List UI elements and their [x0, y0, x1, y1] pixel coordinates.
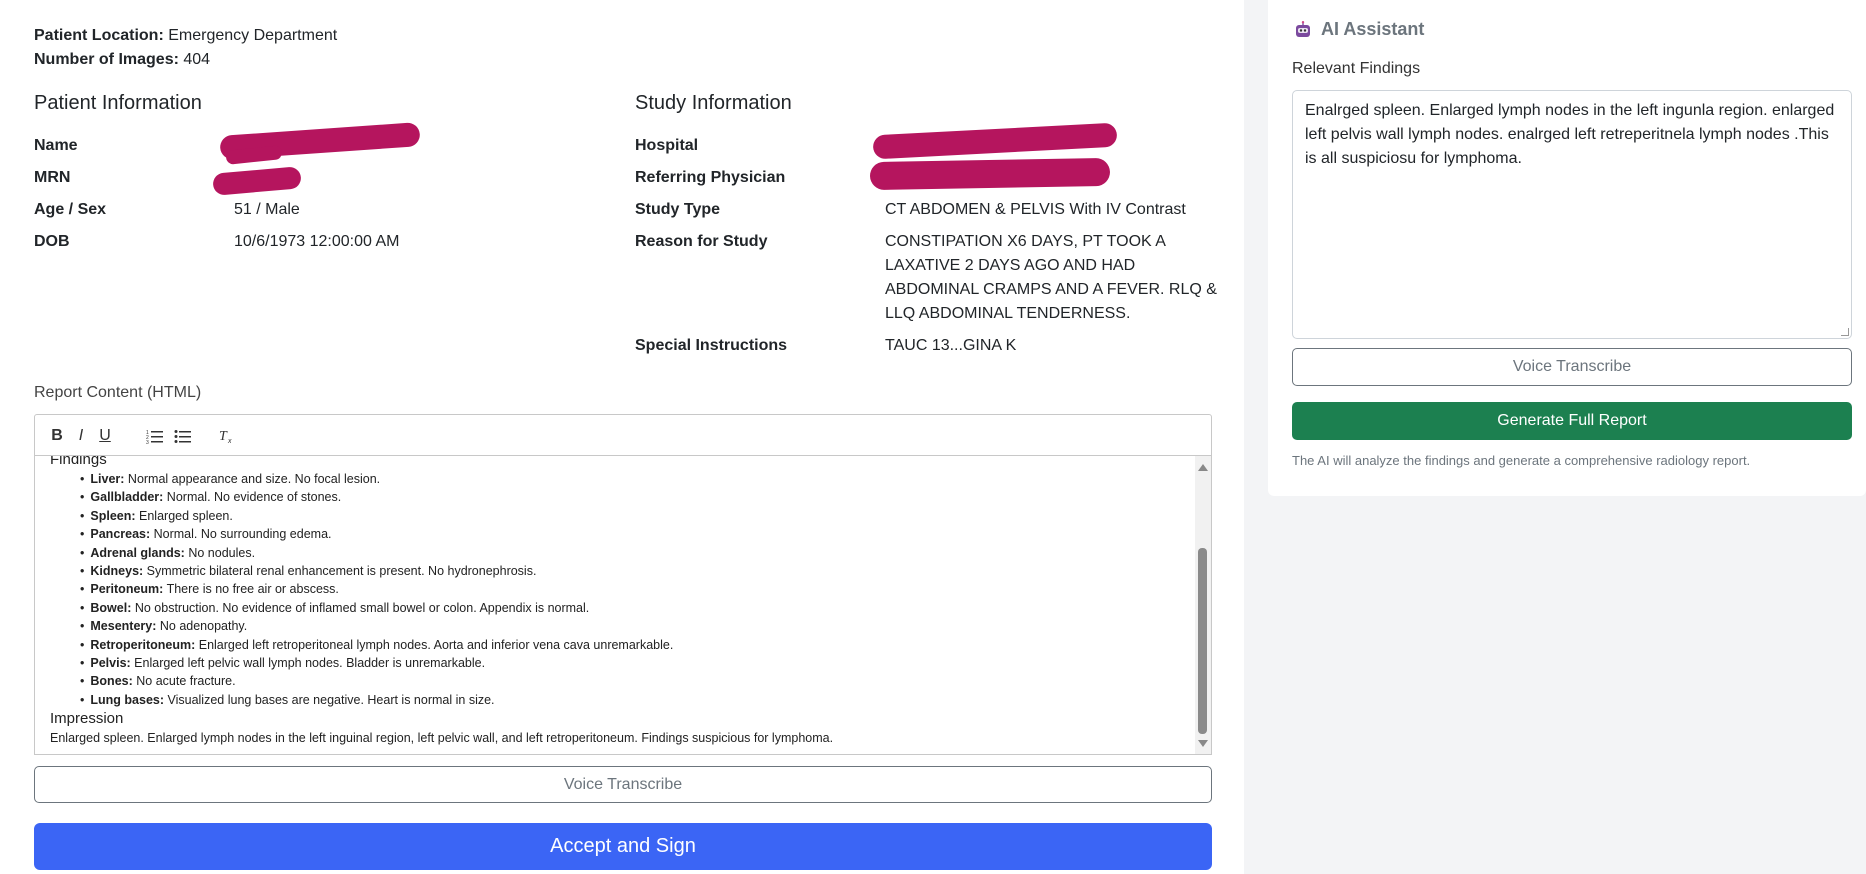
editor-scrollbar[interactable] — [1195, 456, 1211, 754]
accept-and-sign-button[interactable]: Accept and Sign — [34, 823, 1212, 870]
number-of-images-label: Number of Images: — [34, 51, 179, 68]
patient-location-value: Emergency Department — [168, 27, 338, 44]
age-sex-label: Age / Sex — [34, 201, 107, 218]
list-item: Peritoneum: There is no free air or absc… — [80, 580, 1180, 598]
report-editor-content: Findings Liver: Normal appearance and si… — [50, 456, 1180, 747]
relevant-findings-text: Enalrged spleen. Enlarged lymph nodes in… — [1305, 102, 1835, 167]
report-content-label: Report Content (HTML) — [34, 384, 202, 401]
list-item: Kidneys: Symmetric bilateral renal enhan… — [80, 562, 1180, 580]
study-type-label: Study Type — [635, 201, 721, 218]
reason-line: CONSTIPATION X6 DAYS, PT TOOK A — [885, 233, 1166, 250]
age-sex-value: 51 / Male — [234, 201, 300, 218]
special-instructions-value: TAUC 13...GINA K — [885, 337, 1017, 354]
voice-transcribe-button[interactable]: Voice Transcribe — [34, 766, 1212, 803]
study-type-value: CT ABDOMEN & PELVIS With IV Contrast — [885, 201, 1186, 218]
bullet-list-icon[interactable] — [173, 425, 193, 447]
list-item: Liver: Normal appearance and size. No fo… — [80, 470, 1180, 488]
underline-button[interactable]: U — [95, 425, 115, 447]
reason-line: ABDOMINAL CRAMPS AND A FEVER. RLQ & — [885, 281, 1217, 298]
svg-text:T: T — [219, 429, 228, 444]
number-of-images-value: 404 — [183, 51, 211, 68]
dob-label: DOB — [34, 233, 70, 250]
list-item: Spleen: Enlarged spleen. — [80, 507, 1180, 525]
mrn-label: MRN — [34, 169, 71, 186]
list-item: Mesentery: No adenopathy. — [80, 617, 1180, 635]
relevant-findings-textarea[interactable]: Enalrged spleen. Enlarged lymph nodes in… — [1292, 90, 1852, 339]
reason-line: LAXATIVE 2 DAYS AGO AND HAD — [885, 257, 1136, 274]
list-item: Gallbladder: Normal. No evidence of ston… — [80, 488, 1180, 506]
reason-line: LLQ ABDOMINAL TENDERNESS. — [885, 305, 1131, 322]
reason-value: CONSTIPATION X6 DAYS, PT TOOK A LAXATIVE… — [885, 230, 1217, 326]
scroll-up-icon[interactable] — [1198, 464, 1208, 471]
hospital-label: Hospital — [635, 137, 699, 154]
redacted-physician — [869, 157, 1111, 191]
ai-voice-transcribe-button[interactable]: Voice Transcribe — [1292, 348, 1852, 386]
italic-button[interactable]: I — [71, 425, 91, 447]
ai-assistant-title: AI Assistant — [1321, 19, 1425, 39]
referring-physician-label: Referring Physician — [635, 169, 786, 186]
relevant-findings-label: Relevant Findings — [1292, 60, 1421, 77]
list-item: Pancreas: Normal. No surrounding edema. — [80, 525, 1180, 543]
list-item: Bones: No acute fracture. — [80, 672, 1180, 690]
study-information-title: Study Information — [635, 92, 792, 114]
ordered-list-icon[interactable]: 123 — [145, 425, 165, 447]
impression-text: Enlarged spleen. Enlarged lymph nodes in… — [50, 731, 834, 746]
reason-label: Reason for Study — [635, 233, 768, 250]
ai-hint-text: The AI will analyze the findings and gen… — [1292, 453, 1751, 468]
svg-text:x: x — [227, 438, 232, 445]
name-label: Name — [34, 137, 78, 154]
patient-location: Patient Location: Emergency Department — [34, 27, 337, 45]
generate-full-report-button[interactable]: Generate Full Report — [1292, 402, 1852, 440]
list-item: Adrenal glands: No nodules. — [80, 544, 1180, 562]
robot-icon — [1296, 21, 1310, 37]
patient-information-title: Patient Information — [34, 92, 202, 114]
list-item: Retroperitoneum: Enlarged left retroperi… — [80, 636, 1180, 654]
report-editor[interactable]: Findings Liver: Normal appearance and si… — [34, 456, 1212, 755]
list-item: Lung bases: Visualized lung bases are ne… — [80, 691, 1180, 709]
special-instructions-label: Special Instructions — [635, 337, 788, 354]
editor-toolbar: B I U 123 Tx — [34, 414, 1212, 456]
number-of-images: Number of Images: 404 — [34, 51, 210, 69]
bold-button[interactable]: B — [47, 425, 67, 447]
patient-location-label: Patient Location: — [34, 27, 164, 44]
dob-value: 10/6/1973 12:00:00 AM — [234, 233, 400, 250]
findings-list: Liver: Normal appearance and size. No fo… — [80, 470, 1180, 709]
scrollbar-thumb[interactable] — [1198, 548, 1207, 734]
list-item: Pelvis: Enlarged left pelvic wall lymph … — [80, 654, 1180, 672]
findings-heading: Findings — [50, 456, 107, 468]
list-item: Bowel: No obstruction. No evidence of in… — [80, 599, 1180, 617]
clear-format-icon[interactable]: Tx — [217, 425, 237, 447]
scroll-down-icon[interactable] — [1198, 740, 1208, 747]
svg-text:3: 3 — [146, 440, 149, 444]
impression-heading: Impression — [50, 710, 124, 728]
resize-grip-icon[interactable] — [1841, 328, 1849, 336]
